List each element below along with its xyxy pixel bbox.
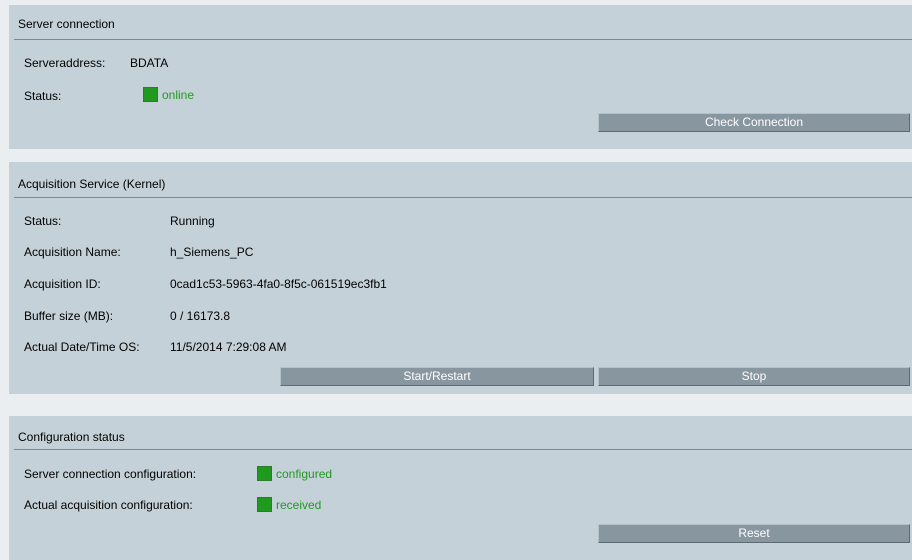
check-connection-button[interactable]: Check Connection — [598, 113, 910, 132]
server-config-square-icon — [257, 466, 272, 481]
acquisition-config-value: received — [276, 497, 322, 512]
server-address-value: BDATA — [130, 56, 169, 70]
server-connection-divider — [14, 39, 912, 40]
buffer-size-value: 0 / 16173.8 — [170, 309, 231, 323]
acq-id-value: 0cad1c53-5963-4fa0-8f5c-061519ec3fb1 — [170, 277, 387, 291]
datetime-os-value: 11/5/2014 7:29:08 AM — [170, 340, 287, 354]
acquisition-config-square-icon — [257, 497, 272, 512]
server-status-square-icon — [143, 87, 158, 102]
start-restart-button[interactable]: Start/Restart — [280, 367, 594, 386]
acquisition-service-title: Acquisition Service (Kernel) — [18, 177, 166, 191]
datetime-os-label: Actual Date/Time OS: — [24, 340, 140, 354]
server-connection-panel: Server connection Serveraddress: BDATA S… — [9, 5, 912, 149]
acquisition-service-panel: Acquisition Service (Kernel) Status: Run… — [9, 162, 912, 394]
acq-status-label: Status: — [24, 214, 62, 228]
acq-id-label: Acquisition ID: — [24, 277, 101, 291]
acq-name-label: Acquisition Name: — [24, 245, 121, 259]
configuration-status-divider — [14, 449, 912, 450]
buffer-size-label: Buffer size (MB): — [24, 309, 114, 323]
stop-button[interactable]: Stop — [598, 367, 910, 386]
server-status-value: online — [162, 87, 195, 102]
server-connection-title: Server connection — [18, 17, 115, 31]
server-config-label: Server connection configuration: — [24, 467, 197, 481]
server-config-indicator: configured — [257, 466, 332, 481]
server-status-indicator: online — [143, 87, 194, 102]
configuration-status-title: Configuration status — [18, 430, 125, 444]
reset-button[interactable]: Reset — [598, 524, 910, 543]
configuration-status-panel: Configuration status Server connection c… — [9, 416, 912, 560]
server-status-label: Status: — [24, 89, 62, 103]
server-address-label: Serveraddress: — [24, 56, 106, 70]
acquisition-service-divider — [14, 197, 912, 198]
acquisition-config-indicator: received — [257, 497, 321, 512]
acquisition-config-label: Actual acquisition configuration: — [24, 498, 193, 512]
server-config-value: configured — [276, 466, 333, 481]
acq-status-value: Running — [170, 214, 215, 228]
acq-name-value: h_Siemens_PC — [170, 245, 254, 259]
